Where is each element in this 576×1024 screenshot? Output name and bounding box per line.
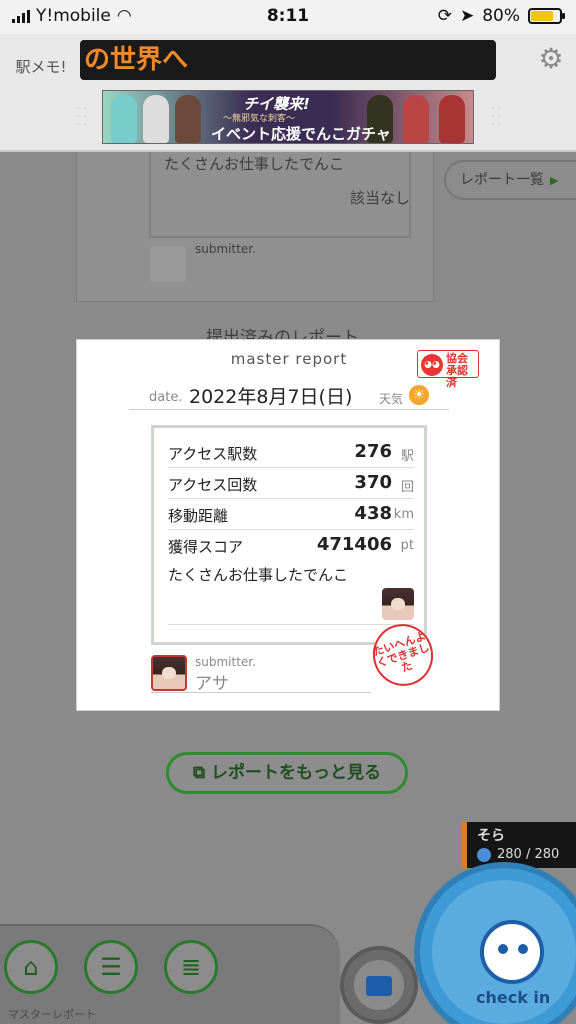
- partner-status[interactable]: そら 280 / 280: [462, 822, 576, 868]
- submitter-avatar: [151, 655, 187, 691]
- check-in-button[interactable]: check in: [414, 862, 576, 1024]
- weather-label: 天気: [379, 392, 404, 406]
- background-none-text: 該当なし: [350, 189, 411, 207]
- partner-hp: 280 / 280: [497, 847, 560, 862]
- banner-character: [403, 95, 429, 143]
- event-banner[interactable]: チイ襲来! ～無邪気な刺客～ イベント応援でんこガチャ: [102, 90, 474, 144]
- report-comment: たくさんお仕事したでんこ: [168, 566, 349, 584]
- stats-panel: アクセス駅数 276 駅 アクセス回数 370 回 移動距離 438 km 獲得…: [151, 425, 427, 645]
- stat-value: 276: [354, 441, 392, 462]
- report-list-label: レポート一覧: [460, 172, 544, 188]
- app-logo: 駅メモ!: [15, 58, 67, 76]
- check-in-label: check in: [476, 988, 551, 1007]
- stat-value: 438: [354, 503, 392, 524]
- stat-unit: 回: [400, 480, 414, 495]
- banner-character: [143, 95, 169, 143]
- dots-icon-right: · · · · · ·: [491, 104, 501, 131]
- home-button[interactable]: ⌂: [4, 940, 58, 994]
- more-reports-button[interactable]: ⧉ レポートをもっと見る: [166, 752, 408, 794]
- more-reports-label: レポートをもっと見る: [211, 763, 382, 783]
- stat-unit: pt: [400, 538, 414, 553]
- report-list-button[interactable]: レポート一覧 ▶: [444, 160, 576, 200]
- sun-icon: ☀: [409, 385, 429, 405]
- banner-character: [439, 95, 465, 143]
- gear-icon[interactable]: ⚙: [536, 44, 566, 74]
- news-ticker[interactable]: の世界へ: [80, 40, 496, 80]
- banner-caption: イベント応援でんこガチャ: [211, 125, 391, 143]
- stat-label: 獲得スコア: [168, 538, 244, 556]
- stat-value: 370: [354, 472, 392, 493]
- date-label: date.: [149, 390, 183, 405]
- background-submitter-label: submitter.: [195, 242, 256, 256]
- mascot-icon: ◕◕: [421, 354, 443, 376]
- stat-unit: km: [393, 507, 414, 522]
- chevron-right-icon: ▶: [550, 174, 559, 187]
- stat-label: アクセス駅数: [168, 445, 258, 463]
- background-submitter-avatar: [150, 246, 186, 282]
- denco-avatar: [382, 588, 414, 620]
- status-bar: Y!mobile ◠ 8:11 ⟳ ➤ 80%: [0, 0, 576, 34]
- badge-line2: 承認済: [446, 364, 468, 389]
- submitter-row: submitter. アサ: [151, 653, 371, 694]
- date-row: date. 2022年8月7日(日) 天気 ☀: [129, 382, 449, 410]
- rotation-lock-icon: ⟳: [437, 6, 452, 26]
- battery-percent: 80%: [482, 6, 520, 26]
- check-in-mascot-icon: [480, 920, 544, 984]
- train-list-icon: ≣: [180, 953, 202, 981]
- station-list-nav-button[interactable]: ≣: [164, 940, 218, 994]
- status-right: ⟳ ➤ 80%: [437, 6, 565, 26]
- hp-icon: [477, 848, 491, 862]
- master-report-dialog[interactable]: master report ◕◕ 協会 承認済 date. 2022年8月7日(日…: [76, 339, 500, 711]
- list-icon: ☰: [100, 953, 122, 981]
- nav-caption: マスターレポート: [8, 1008, 96, 1021]
- report-list-nav-button[interactable]: ☰: [84, 940, 138, 994]
- stat-row: 獲得スコア 471406 pt: [168, 531, 414, 561]
- bottom-nav: ⌂ ☰ ≣ マスターレポート: [0, 924, 340, 1024]
- date-value: 2022年8月7日(日): [189, 386, 353, 408]
- copy-icon: ⧉: [192, 763, 206, 783]
- submitter-label: submitter.: [195, 655, 256, 669]
- background-comment: たくさんお仕事したでんこ: [164, 155, 345, 173]
- divider: [168, 624, 414, 625]
- location-icon: ➤: [459, 6, 475, 26]
- banner-character: [175, 95, 201, 143]
- item-bag-button[interactable]: [340, 946, 418, 1024]
- partner-name: そら: [477, 828, 505, 844]
- stat-row: 移動距離 438 km: [168, 500, 414, 530]
- dots-icon-left: · · · · · ·: [77, 104, 87, 131]
- banner-character: [111, 95, 137, 143]
- app-header: 駅メモ! の世界へ ⚙ · · · · · · チイ襲来! ～無邪気な刺客～ イベン…: [0, 34, 576, 152]
- submitter-name: アサ: [195, 674, 229, 694]
- association-approved-badge: ◕◕ 協会 承認済: [417, 350, 479, 389]
- home-icon: ⌂: [23, 953, 39, 981]
- stat-label: アクセス回数: [168, 476, 258, 494]
- briefcase-icon: [366, 976, 392, 996]
- background-report-card: [76, 152, 434, 302]
- stat-row: アクセス駅数 276 駅: [168, 438, 414, 468]
- stat-row: アクセス回数 370 回: [168, 469, 414, 499]
- stat-value: 471406: [316, 534, 392, 555]
- stat-unit: 駅: [400, 449, 414, 464]
- battery-icon: [528, 8, 565, 24]
- stat-label: 移動距離: [168, 507, 229, 525]
